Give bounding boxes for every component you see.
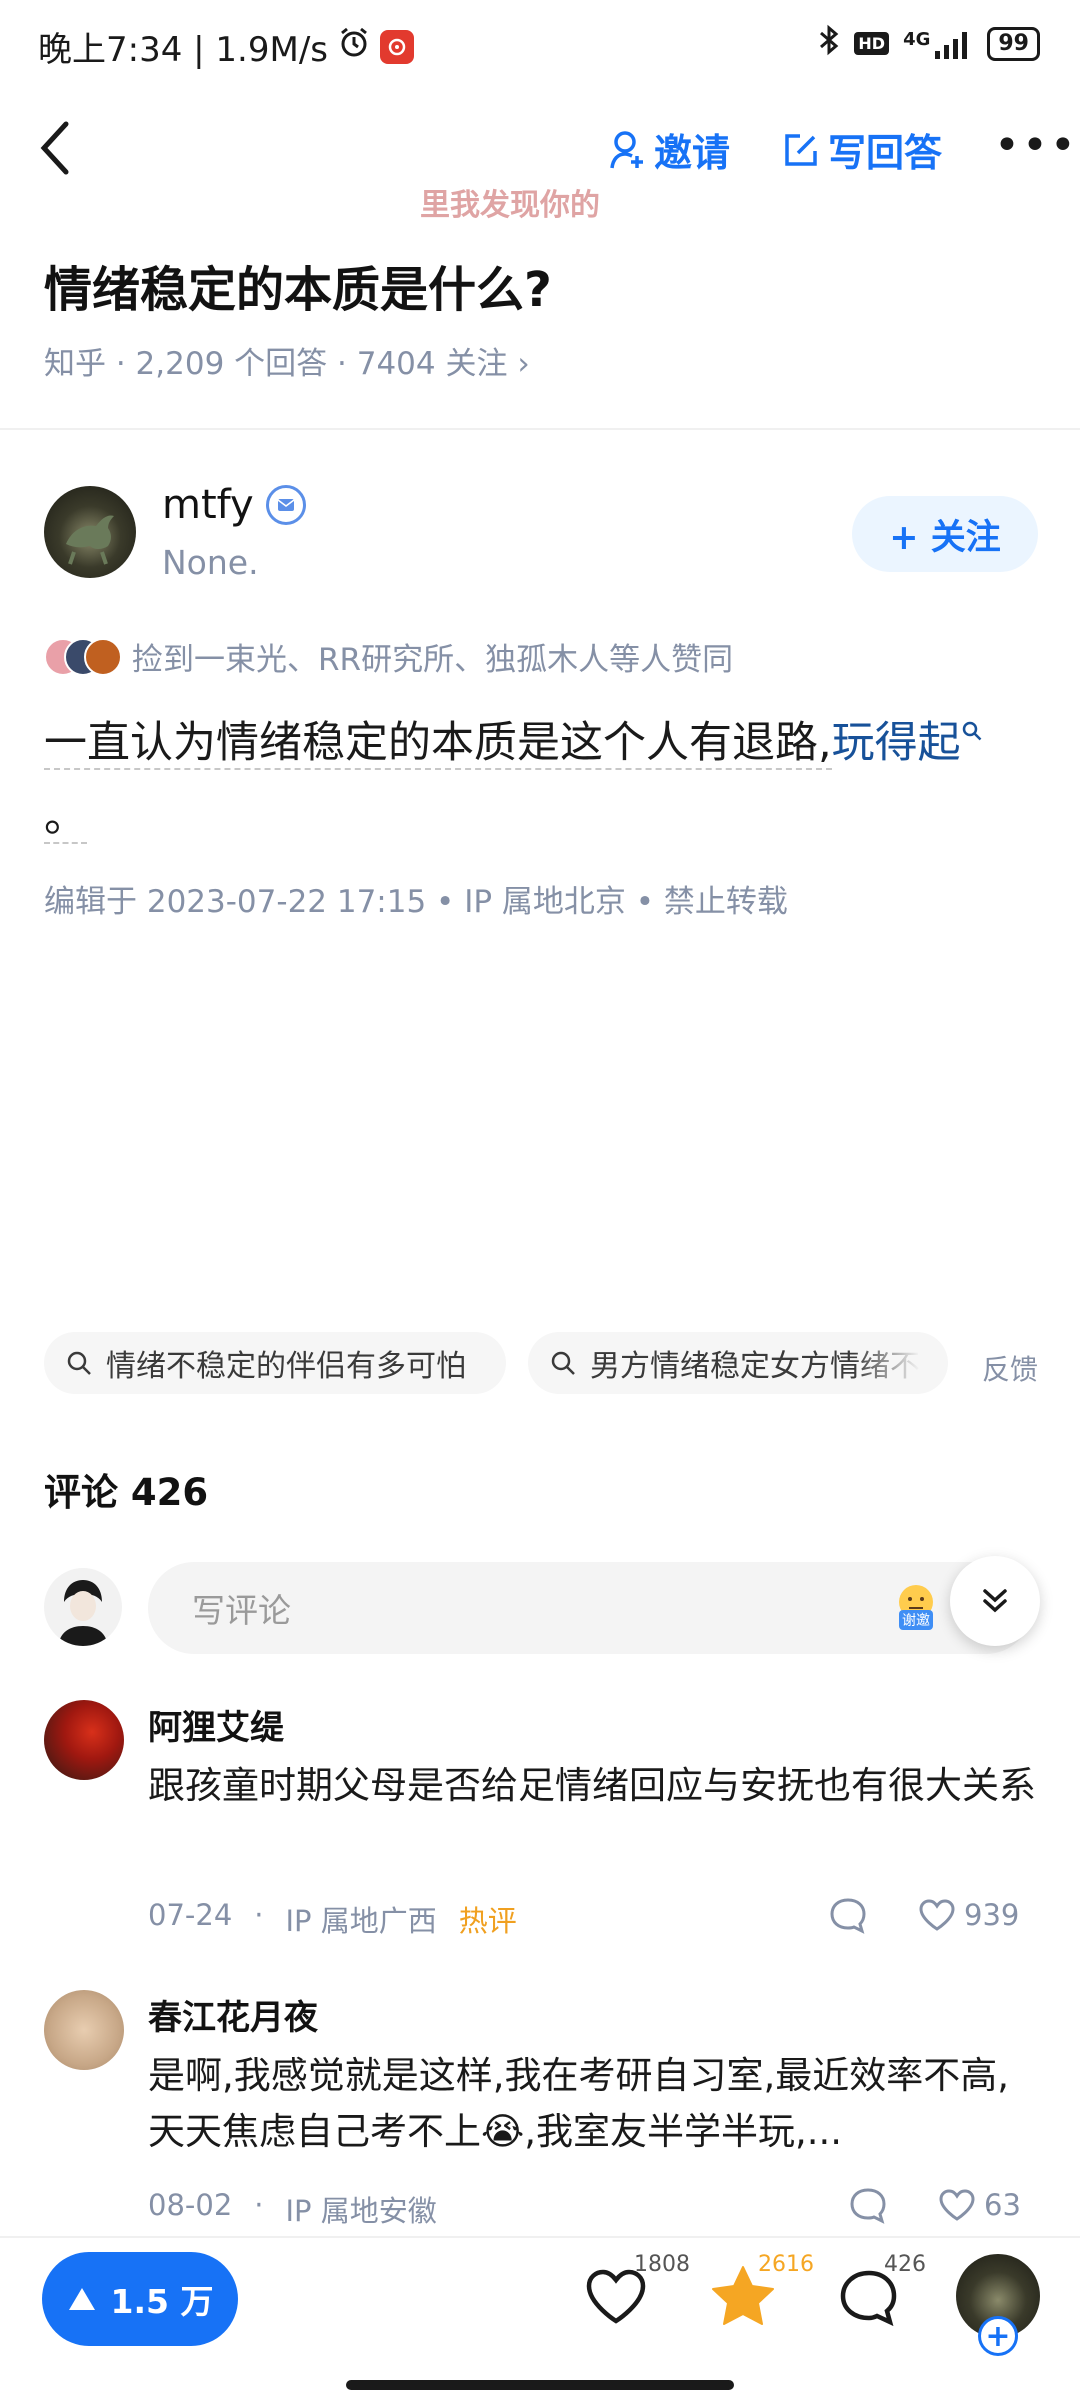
meta-dot: · (254, 1898, 264, 1932)
commenter-avatar[interactable] (44, 1990, 124, 2070)
comment-date: 08-02 (148, 2188, 233, 2222)
like-count: 939 (964, 1898, 1020, 1932)
horse-statue-image (66, 515, 114, 565)
verified-badge-icon (265, 485, 306, 525)
collapse-button[interactable] (950, 1556, 1040, 1646)
commenter-name[interactable]: 阿狸艾缇 (148, 1700, 284, 1749)
hd-badge: HD (854, 32, 890, 55)
upvote-button[interactable]: 1.5 万 (42, 2252, 238, 2346)
answer-body: 一直认为情绪稳定的本质是这个人有退路,玩得起。 (44, 706, 1044, 854)
favorite-count: 2616 (758, 2252, 814, 2277)
upvote-triangle-icon (68, 2288, 95, 2310)
alarm-icon (338, 26, 370, 67)
edit-info: 编辑于 2023-07-22 17:15 • IP 属地北京 • 禁止转载 (44, 884, 788, 920)
search-icon (551, 1351, 575, 1375)
author-bio: None. (162, 543, 259, 582)
related-search-tag[interactable]: 情绪不稳定的伴侣有多可怕 (44, 1332, 506, 1394)
question-meta[interactable]: 知乎 · 2,209 个回答 · 7404 关注 › (44, 338, 530, 383)
liker-avatar (84, 637, 122, 676)
scrolling-ticker: 里我发现你的 (420, 188, 600, 223)
comments-count: 426 (884, 2252, 926, 2277)
comment-text: 是啊,我感觉就是这样,我在考研自习室,最近效率不高,天天焦虑自己考不上😭,我室友… (148, 2054, 1010, 2153)
my-avatar (44, 1568, 122, 1646)
like-answer-count: 1808 (634, 2252, 690, 2277)
battery-indicator: 99 (987, 26, 1040, 61)
write-answer-button[interactable]: 写回答 (782, 122, 942, 177)
comment-location: IP 属地安徽 (285, 2194, 437, 2228)
feedback-link[interactable]: 反馈 (982, 1348, 1038, 1388)
author-name-row[interactable]: mtfy (162, 482, 306, 528)
related-search-label: 情绪不稳定的伴侣有多可怕 (106, 1349, 466, 1384)
invite-person-icon (610, 130, 643, 168)
bluetooth-icon (818, 24, 840, 63)
liked-by-row[interactable]: 捡到一束光、RR研究所、独孤木人等人赞同 (44, 634, 733, 679)
search-icon (67, 1351, 91, 1375)
divider (0, 428, 1080, 430)
comment-actions: 63 (848, 2186, 1021, 2224)
commenter-avatar[interactable] (44, 1700, 124, 1780)
status-bar-left: 晚上7:34 | 1.9M/s (38, 22, 414, 71)
follow-button[interactable]: + 关注 (852, 496, 1038, 572)
like-button[interactable]: 939 (918, 1898, 1019, 1932)
related-search-label: 男方情绪稳定女方情绪不 (590, 1349, 920, 1384)
reply-icon[interactable] (828, 1896, 868, 1934)
like-button[interactable]: 63 (938, 2188, 1021, 2222)
comment-location: IP 属地广西 (285, 1904, 437, 1938)
back-arrow-icon (40, 121, 69, 175)
double-chevron-down-icon (983, 1589, 1007, 1613)
meta-dot: · (254, 2188, 264, 2222)
signal-icon: 4G (903, 29, 973, 59)
invite-button[interactable]: 邀请 (610, 122, 730, 177)
liked-by-text: 捡到一束光、RR研究所、独孤木人等人赞同 (132, 642, 734, 678)
answer-keyword-link[interactable]: 玩得起 (832, 718, 961, 768)
reply-icon[interactable] (848, 2186, 888, 2224)
author-name[interactable]: mtfy (162, 482, 254, 528)
comment-actions: 939 (828, 1896, 1019, 1934)
comment-date: 07-24 (148, 1898, 233, 1932)
comment-text: 跟孩童时期父母是否给足情绪回应与安抚也有很大关系 (148, 1764, 1036, 1807)
more-options-button[interactable]: ••• (994, 120, 1078, 171)
netease-music-icon (380, 29, 414, 64)
back-button[interactable] (36, 118, 76, 178)
upvote-count: 1.5 万 (110, 2282, 214, 2321)
follow-plus-icon[interactable]: + (978, 2316, 1018, 2356)
author-avatar[interactable] (44, 486, 136, 578)
related-search-tag[interactable]: 男方情绪稳定女方情绪不 (528, 1332, 948, 1394)
status-bar-right: HD 4G 99 (818, 24, 1040, 63)
invite-label: 邀请 (654, 131, 731, 175)
write-answer-label: 写回答 (828, 131, 943, 175)
heart-icon (919, 1899, 955, 1931)
emoji-badge: 谢邀 (899, 1610, 933, 1630)
emoji-button[interactable]: 谢邀 (894, 1584, 938, 1630)
like-count: 63 (984, 2188, 1021, 2222)
heart-icon (939, 2189, 975, 2221)
comment-meta: 08-02 · IP 属地安徽 (148, 2188, 437, 2230)
home-indicator (346, 2380, 734, 2390)
liker-avatars (44, 637, 122, 676)
commenter-name[interactable]: 春江花月夜 (148, 1990, 318, 2039)
status-time-speed: 晚上7:34 | 1.9M/s (38, 30, 328, 70)
comment-bubble-icon (840, 2270, 897, 2327)
answer-text-end: 。 (44, 792, 87, 844)
my-avatar-drawing (58, 1580, 108, 1646)
answer-text: 一直认为情绪稳定的本质是这个人有退路, (44, 718, 832, 770)
comments-heading: 评论 426 (44, 1471, 209, 1514)
like-answer-button[interactable] (584, 2268, 648, 2330)
network-label: 4G (903, 28, 931, 50)
search-icon (962, 721, 982, 741)
question-title[interactable]: 情绪稳定的本质是什么? (44, 250, 552, 320)
comments-button[interactable] (838, 2268, 900, 2332)
comment-meta: 07-24 · IP 属地广西 热评 (148, 1898, 517, 1940)
edit-icon (785, 133, 817, 166)
hot-comment-badge: 热评 (458, 1904, 517, 1938)
